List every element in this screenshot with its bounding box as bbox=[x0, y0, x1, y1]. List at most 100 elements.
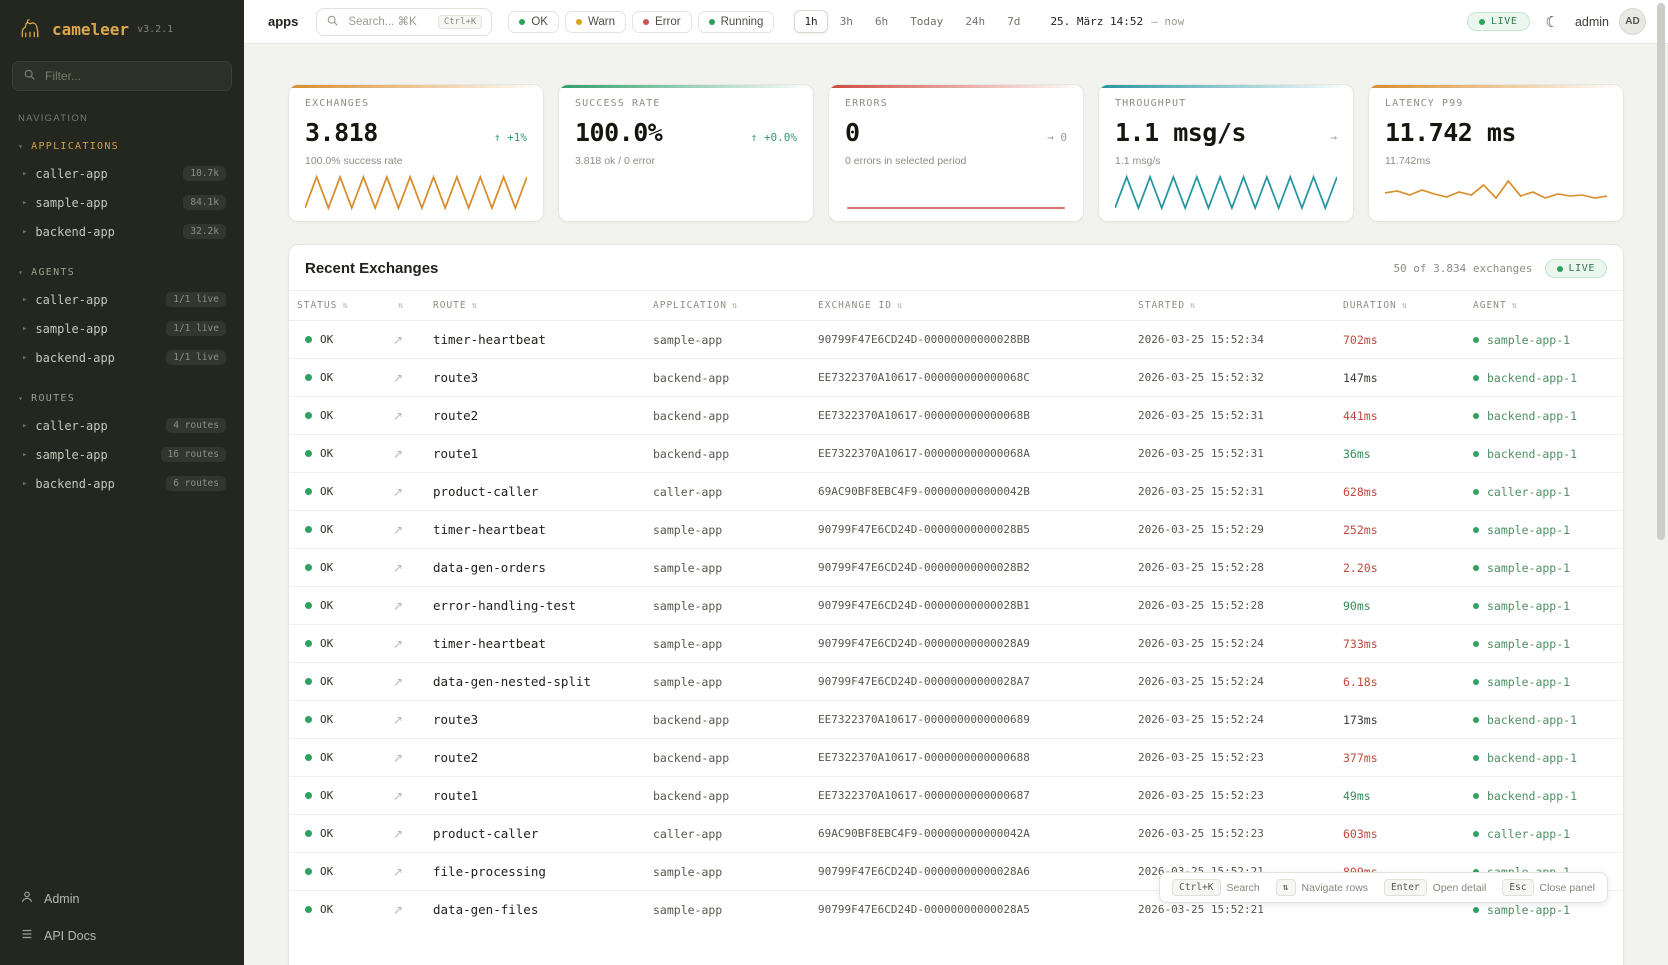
agent-cell: sample-app-1 bbox=[1465, 626, 1623, 662]
open-detail-icon[interactable]: ↗ bbox=[393, 599, 403, 613]
stat-card[interactable]: THROUGHPUT 1.1 msg/s → 1.1 msg/s bbox=[1098, 84, 1354, 222]
avatar[interactable]: AD bbox=[1619, 8, 1646, 35]
open-detail-icon[interactable]: ↗ bbox=[393, 827, 403, 841]
hotkey-key: Esc bbox=[1502, 879, 1533, 896]
sidebar-item-admin[interactable]: Admin bbox=[12, 881, 232, 916]
time-window[interactable]: 25. März 14:52— now bbox=[1050, 15, 1184, 28]
stat-card[interactable]: ERRORS 0 → 0 0 errors in selected period bbox=[828, 84, 1084, 222]
table-row[interactable]: OK ↗ timer-heartbeat sample-app 90799F47… bbox=[289, 624, 1623, 662]
sort-icon[interactable]: ⇅ bbox=[1402, 301, 1408, 311]
table-row[interactable]: OK ↗ route1 backend-app EE7322370A10617-… bbox=[289, 434, 1623, 472]
search-input[interactable] bbox=[346, 15, 430, 29]
open-detail-icon[interactable]: ↗ bbox=[393, 333, 403, 347]
column-header[interactable]: DURATION ⇅ bbox=[1335, 291, 1465, 320]
status-filter-chip[interactable]: Running bbox=[698, 11, 775, 33]
time-range-button[interactable]: 3h bbox=[830, 10, 863, 33]
open-detail-icon[interactable]: ↗ bbox=[393, 903, 403, 917]
table-row[interactable]: OK ↗ data-gen-orders sample-app 90799F47… bbox=[289, 548, 1623, 586]
column-header[interactable]: EXCHANGE ID ⇅ bbox=[810, 291, 1130, 320]
open-detail-icon[interactable]: ↗ bbox=[393, 751, 403, 765]
sidebar-item-route[interactable]: ▸ caller-app 4 routes bbox=[12, 411, 232, 440]
chevron-down-icon: ▾ bbox=[18, 142, 24, 151]
page-scrollbar[interactable] bbox=[1657, 3, 1665, 962]
table-row[interactable]: OK ↗ route2 backend-app EE7322370A10617-… bbox=[289, 396, 1623, 434]
column-header[interactable]: STATUS ⇅ bbox=[289, 291, 385, 320]
column-header[interactable]: ROUTE ⇅ bbox=[425, 291, 645, 320]
section-header-agents[interactable]: ▾ AGENTS bbox=[12, 262, 232, 285]
sidebar-item-agent[interactable]: ▸ sample-app 1/1 live bbox=[12, 314, 232, 343]
theme-toggle[interactable]: ☾ bbox=[1540, 11, 1565, 33]
column-header[interactable]: STARTED ⇅ bbox=[1130, 291, 1335, 320]
status-filter-chip[interactable]: Warn bbox=[565, 11, 626, 33]
open-detail-icon[interactable]: ↗ bbox=[393, 371, 403, 385]
table-row[interactable]: OK ↗ product-caller caller-app 69AC90BF8… bbox=[289, 472, 1623, 510]
sort-icon[interactable]: ⇅ bbox=[342, 301, 348, 311]
action-cell: ↗ bbox=[385, 892, 425, 928]
column-header[interactable]: AGENT ⇅ bbox=[1465, 291, 1623, 320]
scrollbar-thumb[interactable] bbox=[1657, 3, 1665, 540]
open-detail-icon[interactable]: ↗ bbox=[393, 789, 403, 803]
sidebar-item-application[interactable]: ▸ sample-app 84.1k bbox=[12, 188, 232, 217]
stat-card[interactable]: SUCCESS RATE 100.0% ↑ +0.0% 3.818 ok / 0… bbox=[558, 84, 814, 222]
sidebar-item-agent[interactable]: ▸ backend-app 1/1 live bbox=[12, 343, 232, 372]
open-detail-icon[interactable]: ↗ bbox=[393, 523, 403, 537]
sort-icon[interactable]: ⇅ bbox=[1190, 301, 1196, 311]
application-cell: sample-app bbox=[645, 626, 810, 662]
time-range-button[interactable]: Today bbox=[900, 10, 953, 33]
open-detail-icon[interactable]: ↗ bbox=[393, 409, 403, 423]
sort-icon[interactable]: ⇅ bbox=[732, 301, 738, 311]
chevron-right-icon: ▸ bbox=[22, 479, 27, 489]
sidebar-item-route[interactable]: ▸ sample-app 16 routes bbox=[12, 440, 232, 469]
open-detail-icon[interactable]: ↗ bbox=[393, 713, 403, 727]
table-row[interactable]: OK ↗ route3 backend-app EE7322370A10617-… bbox=[289, 358, 1623, 396]
topbar: apps Ctrl+K OK Warn bbox=[244, 0, 1668, 44]
stat-card[interactable]: EXCHANGES 3.818 ↑ +1% 100.0% success rat… bbox=[288, 84, 544, 222]
sort-icon[interactable]: ⇅ bbox=[398, 301, 404, 311]
route-cell: error-handling-test bbox=[425, 587, 645, 624]
sort-icon[interactable]: ⇅ bbox=[897, 301, 903, 311]
sort-icon[interactable]: ⇅ bbox=[1512, 301, 1518, 311]
stat-card[interactable]: LATENCY P99 11.742 ms 11.742ms bbox=[1368, 84, 1624, 222]
filter-input[interactable] bbox=[43, 68, 221, 84]
open-detail-icon[interactable]: ↗ bbox=[393, 637, 403, 651]
status-cell: OK bbox=[289, 740, 385, 775]
status-filter-chip[interactable]: OK bbox=[508, 11, 559, 33]
live-badge: 1/1 live bbox=[166, 321, 226, 336]
open-detail-icon[interactable]: ↗ bbox=[393, 447, 403, 461]
agent-cell: backend-app-1 bbox=[1465, 398, 1623, 434]
table-row[interactable]: OK ↗ timer-heartbeat sample-app 90799F47… bbox=[289, 510, 1623, 548]
time-range-button[interactable]: 24h bbox=[955, 10, 995, 33]
time-range-button[interactable]: 6h bbox=[865, 10, 898, 33]
table-row[interactable]: OK ↗ product-caller caller-app 69AC90BF8… bbox=[289, 814, 1623, 852]
sidebar-item-route[interactable]: ▸ backend-app 6 routes bbox=[12, 469, 232, 498]
sidebar-item-agent[interactable]: ▸ caller-app 1/1 live bbox=[12, 285, 232, 314]
open-detail-icon[interactable]: ↗ bbox=[393, 675, 403, 689]
route-cell: route1 bbox=[425, 435, 645, 472]
status-filter-chip[interactable]: Error bbox=[632, 11, 692, 33]
action-cell: ↗ bbox=[385, 816, 425, 852]
sidebar-filter[interactable] bbox=[12, 61, 232, 91]
section-header-applications[interactable]: ▾ APPLICATIONS bbox=[12, 136, 232, 159]
time-range-button[interactable]: 1h bbox=[794, 10, 827, 33]
open-detail-icon[interactable]: ↗ bbox=[393, 485, 403, 499]
column-header[interactable]: ⇅ bbox=[385, 291, 425, 320]
count-badge: 32.2k bbox=[183, 224, 226, 239]
table-row[interactable]: OK ↗ error-handling-test sample-app 9079… bbox=[289, 586, 1623, 624]
sidebar-item-application[interactable]: ▸ caller-app 10.7k bbox=[12, 159, 232, 188]
global-search[interactable]: Ctrl+K bbox=[316, 8, 492, 36]
live-indicator[interactable]: LIVE bbox=[1467, 12, 1529, 31]
column-header[interactable]: APPLICATION ⇅ bbox=[645, 291, 810, 320]
sidebar-item-api-docs[interactable]: API Docs bbox=[12, 918, 232, 953]
table-row[interactable]: OK ↗ data-gen-nested-split sample-app 90… bbox=[289, 662, 1623, 700]
table-row[interactable]: OK ↗ route1 backend-app EE7322370A10617-… bbox=[289, 776, 1623, 814]
count-badge: 84.1k bbox=[183, 195, 226, 210]
time-range-button[interactable]: 7d bbox=[997, 10, 1030, 33]
section-header-routes[interactable]: ▾ ROUTES bbox=[12, 388, 232, 411]
open-detail-icon[interactable]: ↗ bbox=[393, 865, 403, 879]
sidebar-item-application[interactable]: ▸ backend-app 32.2k bbox=[12, 217, 232, 246]
table-row[interactable]: OK ↗ route3 backend-app EE7322370A10617-… bbox=[289, 700, 1623, 738]
sort-icon[interactable]: ⇅ bbox=[472, 301, 478, 311]
open-detail-icon[interactable]: ↗ bbox=[393, 561, 403, 575]
table-row[interactable]: OK ↗ route2 backend-app EE7322370A10617-… bbox=[289, 738, 1623, 776]
table-row[interactable]: OK ↗ timer-heartbeat sample-app 90799F47… bbox=[289, 321, 1623, 358]
